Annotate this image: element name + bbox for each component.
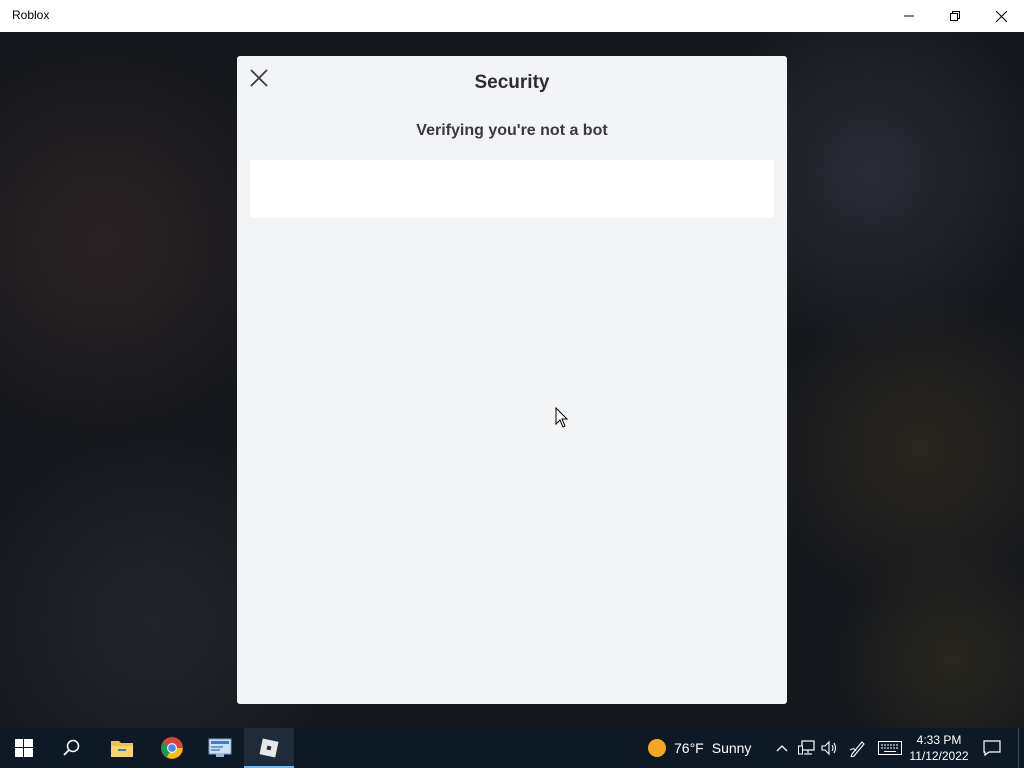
weather-condition: Sunny [711, 740, 752, 756]
chrome-button[interactable] [148, 728, 196, 768]
restore-button[interactable] [932, 0, 978, 32]
modal-title: Security [474, 72, 550, 93]
network-button[interactable] [796, 728, 818, 768]
roblox-taskbar-button[interactable] [244, 728, 294, 768]
minimize-button[interactable] [886, 0, 932, 32]
windows-logo-icon [15, 739, 33, 757]
verification-message: Verifying you're not a bot [416, 122, 608, 139]
pen-workspace-button[interactable] [848, 728, 868, 768]
keyboard-icon [878, 741, 902, 755]
app-icon [208, 738, 232, 757]
volume-icon [821, 740, 837, 756]
chrome-icon [161, 737, 183, 759]
clock-time: 4:33 PM [916, 733, 962, 747]
mouse-cursor-icon [555, 407, 569, 428]
start-button[interactable] [0, 728, 48, 768]
window-title: Roblox [12, 8, 50, 22]
touch-keyboard-button[interactable] [876, 728, 904, 768]
show-hidden-icons-button[interactable] [774, 728, 790, 768]
title-bar: Roblox [0, 0, 1024, 32]
weather-temperature: 76°F [674, 740, 704, 756]
search-button[interactable] [48, 728, 96, 768]
chevron-up-icon [776, 745, 788, 752]
volume-button[interactable] [820, 728, 840, 768]
folder-icon [111, 741, 133, 757]
security-modal: Security Verifying you're not a bot [237, 56, 787, 704]
close-window-button[interactable] [978, 0, 1024, 32]
file-explorer-button[interactable] [98, 728, 146, 768]
restore-icon [950, 11, 960, 21]
notification-icon [983, 740, 1001, 756]
captcha-frame[interactable] [250, 160, 774, 218]
system-clock[interactable]: 4:33 PM 11/12/2022 [906, 732, 972, 764]
minimize-icon [904, 15, 914, 17]
search-icon [63, 739, 80, 756]
remote-desktop-button[interactable] [196, 728, 244, 768]
roblox-icon [259, 738, 279, 758]
network-icon [798, 740, 815, 755]
close-icon [995, 10, 1007, 22]
weather-widget[interactable]: 76°F Sunny [648, 728, 751, 768]
taskbar: 76°F Sunny 4:33 PM 11/12/2022 [0, 728, 1024, 768]
action-center-button[interactable] [980, 728, 1004, 768]
pen-icon [849, 741, 865, 757]
clock-date: 11/12/2022 [909, 749, 969, 763]
sun-icon [648, 739, 666, 757]
show-desktop-button[interactable] [1018, 728, 1021, 768]
